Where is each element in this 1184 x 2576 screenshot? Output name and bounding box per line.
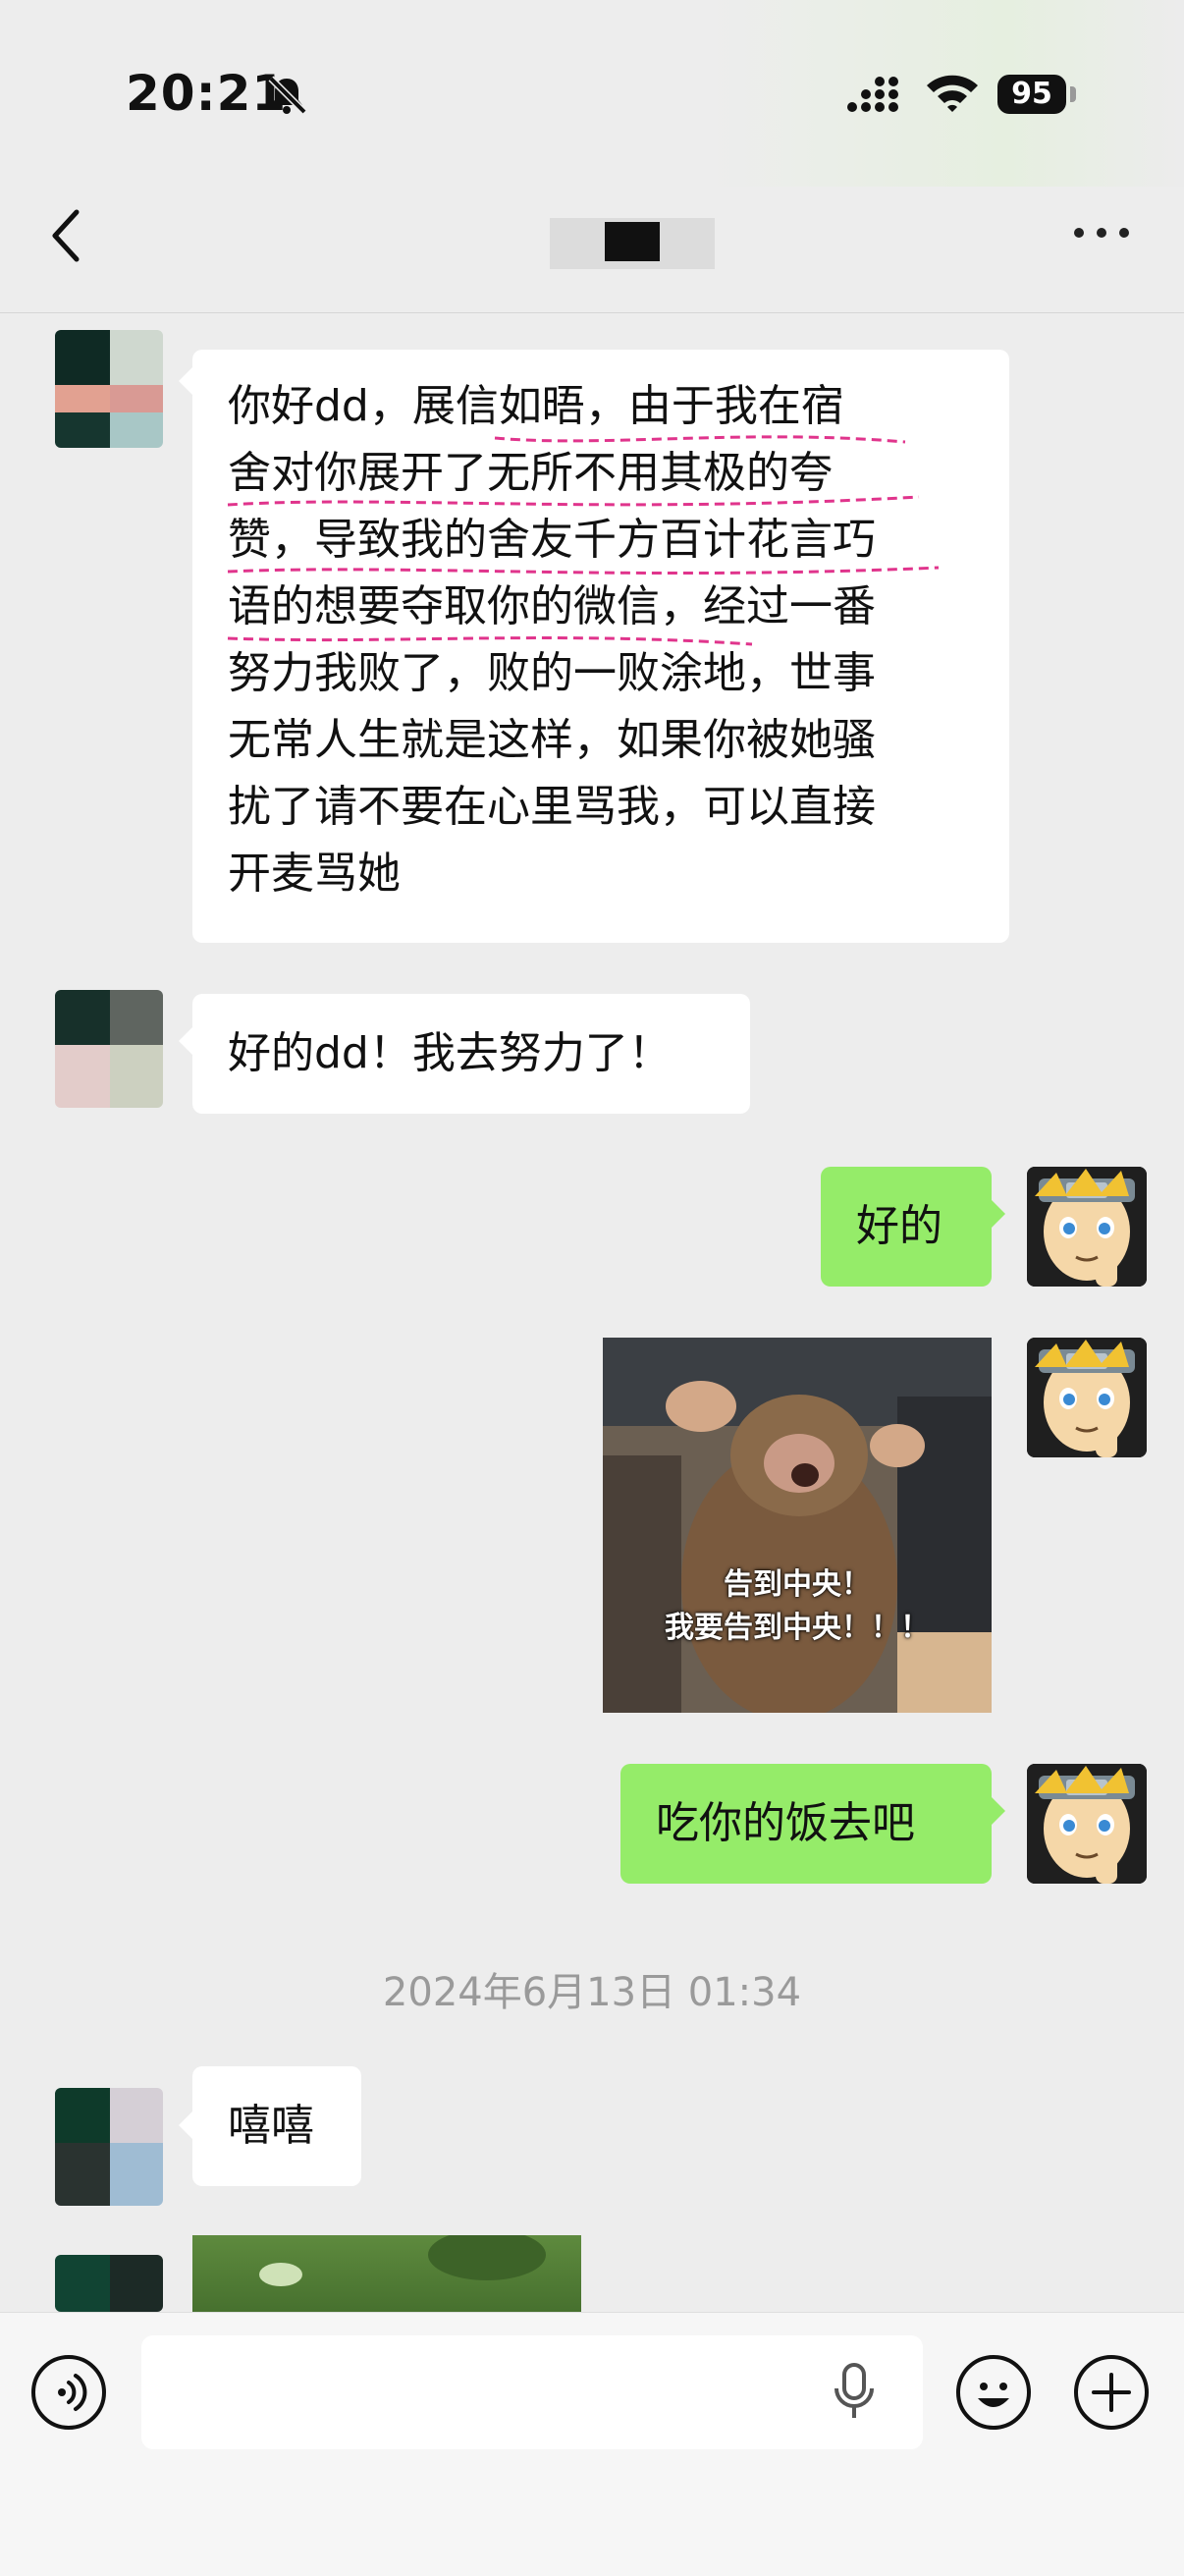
message-bubble-incoming[interactable]: 你好dd，展信如晤，由于我在宿 舍对你展开了无所不用其极的夸 赞，导致我的舍友千… — [192, 350, 1009, 943]
my-avatar[interactable] — [1027, 1764, 1147, 1884]
bubble-tail — [179, 2111, 192, 2139]
contact-avatar[interactable] — [55, 2255, 163, 2312]
bubble-tail — [179, 1027, 192, 1055]
wifi-icon — [927, 75, 978, 112]
message-bubble-incoming[interactable]: 好的dd！我去努力了！ — [192, 994, 750, 1114]
battery-level: 95 — [997, 75, 1066, 114]
message-bubble-outgoing[interactable]: 吃你的饭去吧 — [620, 1764, 992, 1884]
header-divider — [0, 312, 1184, 313]
ninja-avatar-illustration — [1027, 1764, 1147, 1884]
bell-mute-icon — [268, 76, 307, 115]
message-text: 嘻嘻 — [228, 2101, 314, 2151]
contact-avatar[interactable] — [55, 2088, 163, 2206]
signal-icon — [847, 77, 898, 112]
leaf-photo-thumbnail — [259, 2235, 546, 2286]
microphone-icon[interactable] — [833, 2361, 876, 2424]
message-bubble-incoming[interactable]: 嘻嘻 — [192, 2066, 361, 2186]
sticker-caption: 告到中央！ — [724, 1567, 871, 1602]
contact-avatar[interactable] — [55, 330, 163, 448]
battery-tip — [1070, 86, 1076, 102]
status-bar: 20:21 95 — [0, 0, 1184, 187]
message-input[interactable] — [141, 2335, 923, 2449]
message-text: 吃你的饭去吧 — [656, 1798, 915, 1848]
plus-icon[interactable] — [1074, 2355, 1149, 2430]
message-bubble-outgoing[interactable]: 好的 — [821, 1167, 992, 1287]
bubble-tail — [179, 367, 192, 395]
handwritten-underline-annotation — [227, 435, 940, 646]
my-avatar[interactable] — [1027, 1338, 1147, 1457]
sticker-caption: 我要告到中央！！！ — [665, 1611, 930, 1645]
contact-avatar[interactable] — [55, 990, 163, 1108]
ninja-avatar-illustration — [1027, 1167, 1147, 1287]
monkey-sticker-image — [603, 1338, 992, 1713]
my-avatar[interactable] — [1027, 1167, 1147, 1287]
chat-title-obscured — [550, 218, 715, 269]
status-time: 20:21 — [126, 65, 288, 122]
ninja-avatar-illustration — [1027, 1338, 1147, 1457]
voice-icon[interactable] — [31, 2355, 106, 2430]
message-timestamp: 2024年6月13日 01:34 — [382, 1970, 802, 2015]
emoji-icon[interactable] — [956, 2355, 1031, 2430]
bubble-tail — [992, 1797, 1005, 1825]
message-text: 好的 — [856, 1201, 942, 1251]
sticker-image-message[interactable]: 告到中央！ 我要告到中央！！！ — [603, 1338, 992, 1713]
message-text: 好的dd！我去努力了！ — [228, 1028, 672, 1078]
image-message-partial[interactable] — [192, 2235, 581, 2314]
more-icon[interactable] — [1074, 222, 1129, 242]
back-arrow-icon[interactable] — [47, 206, 86, 265]
bubble-tail — [992, 1200, 1005, 1228]
